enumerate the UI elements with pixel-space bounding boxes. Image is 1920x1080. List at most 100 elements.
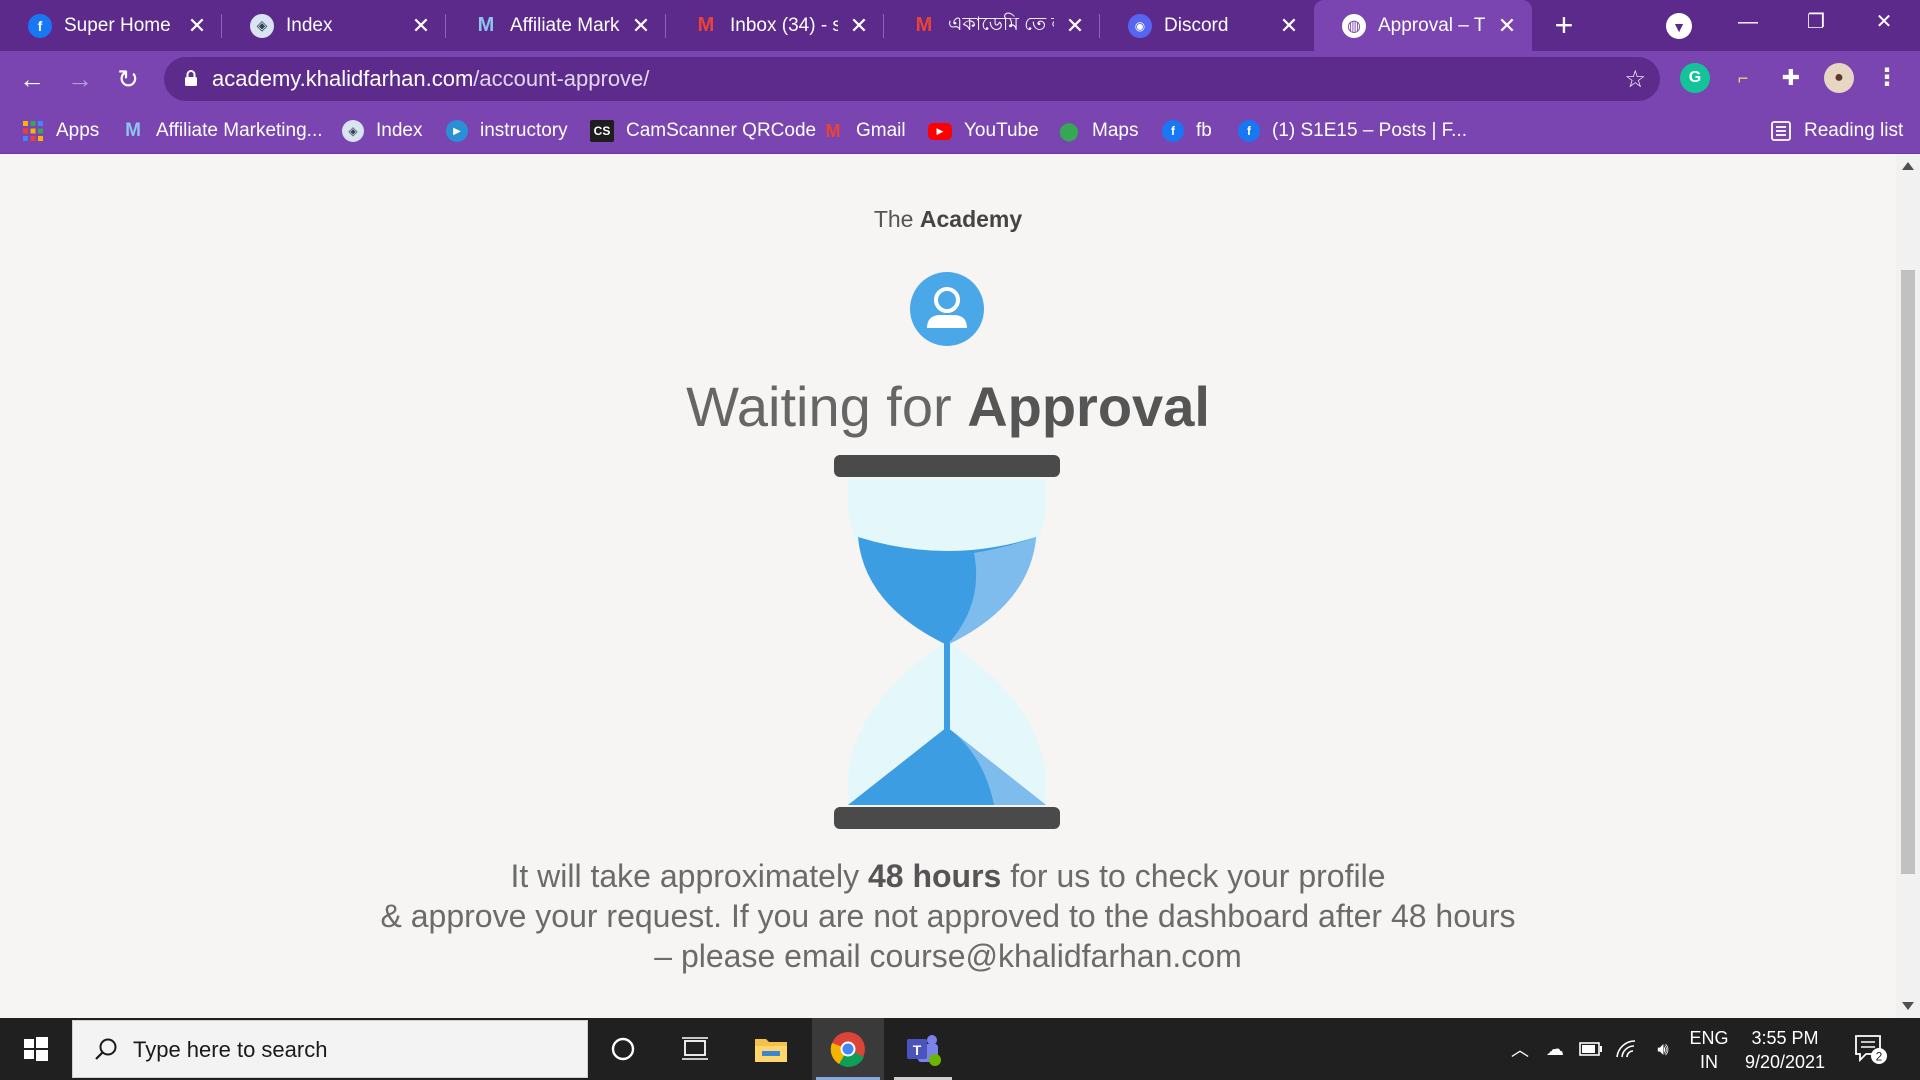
gmail-icon: M (825, 120, 841, 141)
site-brand[interactable]: The Academy (0, 206, 1896, 233)
message-text: for us to check your profile (1010, 858, 1386, 894)
youtube-icon: ▶ (928, 122, 952, 140)
close-icon[interactable]: ✕ (1496, 14, 1518, 37)
close-icon[interactable]: ✕ (630, 14, 652, 37)
window-close-button[interactable]: ✕ (1850, 0, 1918, 44)
user-avatar-icon (910, 272, 984, 346)
tab-search-icon[interactable]: ▼ (1666, 13, 1692, 39)
taskbar-clock[interactable]: 3:55 PM 9/20/2021 (1730, 1026, 1840, 1074)
minimize-button[interactable]: — (1714, 0, 1782, 44)
file-explorer-button[interactable] (740, 1018, 802, 1080)
close-icon[interactable]: ✕ (410, 14, 432, 37)
scrollbar-thumb[interactable] (1901, 270, 1915, 874)
svg-text:T: T (913, 1042, 922, 1058)
search-icon (95, 1038, 117, 1060)
clock-time: 3:55 PM (1751, 1028, 1819, 1048)
bookmark-label: instructory (480, 120, 568, 141)
close-icon[interactable]: ✕ (186, 14, 208, 37)
close-icon[interactable]: ✕ (1278, 14, 1300, 37)
headline-prefix: Waiting for (686, 375, 952, 438)
message-text: It will take approximately (510, 858, 860, 894)
new-tab-button[interactable]: + (1548, 9, 1580, 42)
reading-list-label: Reading list (1804, 120, 1904, 141)
bookmarks-bar: Apps M Affiliate Marketing... ◈ Index ▶ … (0, 107, 1920, 154)
message-line-3: – please email course@khalidfarhan.com (654, 938, 1242, 974)
globe-icon: ◍ (1342, 13, 1366, 38)
tab-discord[interactable]: ◉ Discord ✕ (1100, 0, 1314, 51)
headline-emphasis: Approval (967, 375, 1210, 438)
reload-button[interactable]: ↻ (110, 61, 146, 97)
url-domain: academy.khalidfarhan.com (212, 66, 474, 91)
tab-index[interactable]: ◈ Index ✕ (222, 0, 446, 51)
bookmark-star-icon[interactable]: ☆ (1624, 65, 1646, 94)
chrome-icon (830, 1032, 865, 1067)
bookmark-youtube[interactable]: ▶ YouTube (928, 117, 1039, 145)
reading-list-button[interactable]: Reading list (1770, 117, 1903, 145)
bookmark-gmail[interactable]: M Gmail (822, 117, 906, 145)
brand-name: Academy (919, 206, 1023, 232)
chrome-menu-icon[interactable]: ⋮ (1872, 63, 1902, 93)
extension-glasses-icon[interactable]: ⌐ (1728, 63, 1758, 93)
cortana-circle-icon (611, 1037, 635, 1061)
scroll-down-arrow-icon[interactable] (1902, 1002, 1914, 1010)
windows-taskbar: Type here to search T ︿ ☁ 🔊︎ ENG IN 3:55… (0, 1018, 1920, 1080)
task-view-button[interactable] (664, 1018, 726, 1080)
bookmark-label: Apps (56, 120, 100, 141)
bookmark-label: Gmail (856, 120, 906, 141)
bookmark-label: Index (376, 120, 423, 141)
bookmark-s1e15-posts[interactable]: f (1) S1E15 – Posts | F... (1238, 117, 1467, 145)
wifi-icon[interactable] (1610, 1018, 1644, 1080)
forward-button[interactable]: → (62, 61, 98, 97)
show-hidden-icons-chevron-icon[interactable]: ︿ (1504, 1018, 1536, 1080)
address-bar[interactable]: academy.khalidfarhan.com/account-approve… (164, 57, 1660, 101)
tab-affiliate-marketing[interactable]: M Affiliate Market ✕ (446, 0, 666, 51)
bookmark-fb[interactable]: f fb (1162, 117, 1212, 145)
cortana-button[interactable] (592, 1018, 654, 1080)
url-text: academy.khalidfarhan.com/account-approve… (212, 66, 649, 92)
notification-center-icon[interactable]: 2 (1852, 1032, 1888, 1066)
close-icon[interactable]: ✕ (1064, 14, 1086, 37)
reading-list-icon (1771, 121, 1791, 141)
m-icon: M (477, 14, 495, 36)
apps-grid-icon (23, 121, 43, 141)
page-content: The Academy Waiting for Approval It will… (0, 154, 1896, 1018)
profile-avatar[interactable]: ● (1824, 63, 1854, 93)
tab-title: Index (286, 14, 333, 36)
battery-icon[interactable] (1574, 1018, 1608, 1080)
browser-toolbar: ← → ↻ academy.khalidfarhan.com/account-a… (0, 51, 1920, 107)
bookmark-camscanner[interactable]: CS CamScanner QRCode (590, 117, 816, 145)
tab-gmail-academy[interactable]: M একাডেমি তে লা ✕ (884, 0, 1100, 51)
chrome-taskbar-button[interactable] (812, 1018, 884, 1080)
windows-start-icon[interactable] (0, 1018, 72, 1080)
bookmark-apps[interactable]: Apps (22, 117, 99, 145)
tab-strip: f Super Home Bl ✕ ◈ Index ✕ M Affiliate … (0, 0, 1920, 51)
close-icon[interactable]: ✕ (848, 14, 870, 37)
tab-approval[interactable]: ◍ Approval – The ✕ (1314, 0, 1532, 51)
shield-icon: ◈ (342, 120, 364, 142)
extensions-puzzle-icon[interactable]: ✚ (1776, 63, 1806, 93)
bookmark-maps[interactable]: ⬤ Maps (1058, 117, 1139, 145)
bookmark-label: Maps (1092, 120, 1139, 141)
bookmark-instructory[interactable]: ▶ instructory (446, 117, 568, 145)
page-title: Waiting for Approval (0, 374, 1896, 439)
taskbar-search-box[interactable]: Type here to search (72, 1020, 588, 1078)
volume-icon[interactable]: 🔊︎ (1646, 1018, 1680, 1080)
facebook-icon: f (1162, 120, 1184, 142)
bookmark-label: (1) S1E15 – Posts | F... (1272, 120, 1468, 141)
teams-taskbar-button[interactable]: T (890, 1018, 956, 1080)
back-button[interactable]: ← (14, 61, 50, 97)
tab-super-home[interactable]: f Super Home Bl ✕ (0, 0, 222, 51)
tab-title: Discord (1164, 14, 1229, 36)
page-scrollbar[interactable] (1896, 154, 1920, 1018)
bookmark-index[interactable]: ◈ Index (342, 117, 422, 145)
tab-gmail-inbox[interactable]: M Inbox (34) - sha ✕ (666, 0, 884, 51)
restore-button[interactable]: ❐ (1782, 0, 1850, 44)
grammarly-icon[interactable]: G (1680, 63, 1710, 93)
discord-icon: ◉ (1128, 13, 1152, 38)
onedrive-cloud-icon[interactable]: ☁ (1538, 1018, 1572, 1080)
scroll-up-arrow-icon[interactable] (1902, 162, 1914, 170)
bookmark-affiliate-marketing[interactable]: M Affiliate Marketing... (122, 117, 322, 145)
message-duration: 48 hours (867, 858, 1002, 894)
message-line-1: It will take approximately 48 hours for … (0, 856, 1896, 896)
search-placeholder: Type here to search (133, 1037, 328, 1062)
